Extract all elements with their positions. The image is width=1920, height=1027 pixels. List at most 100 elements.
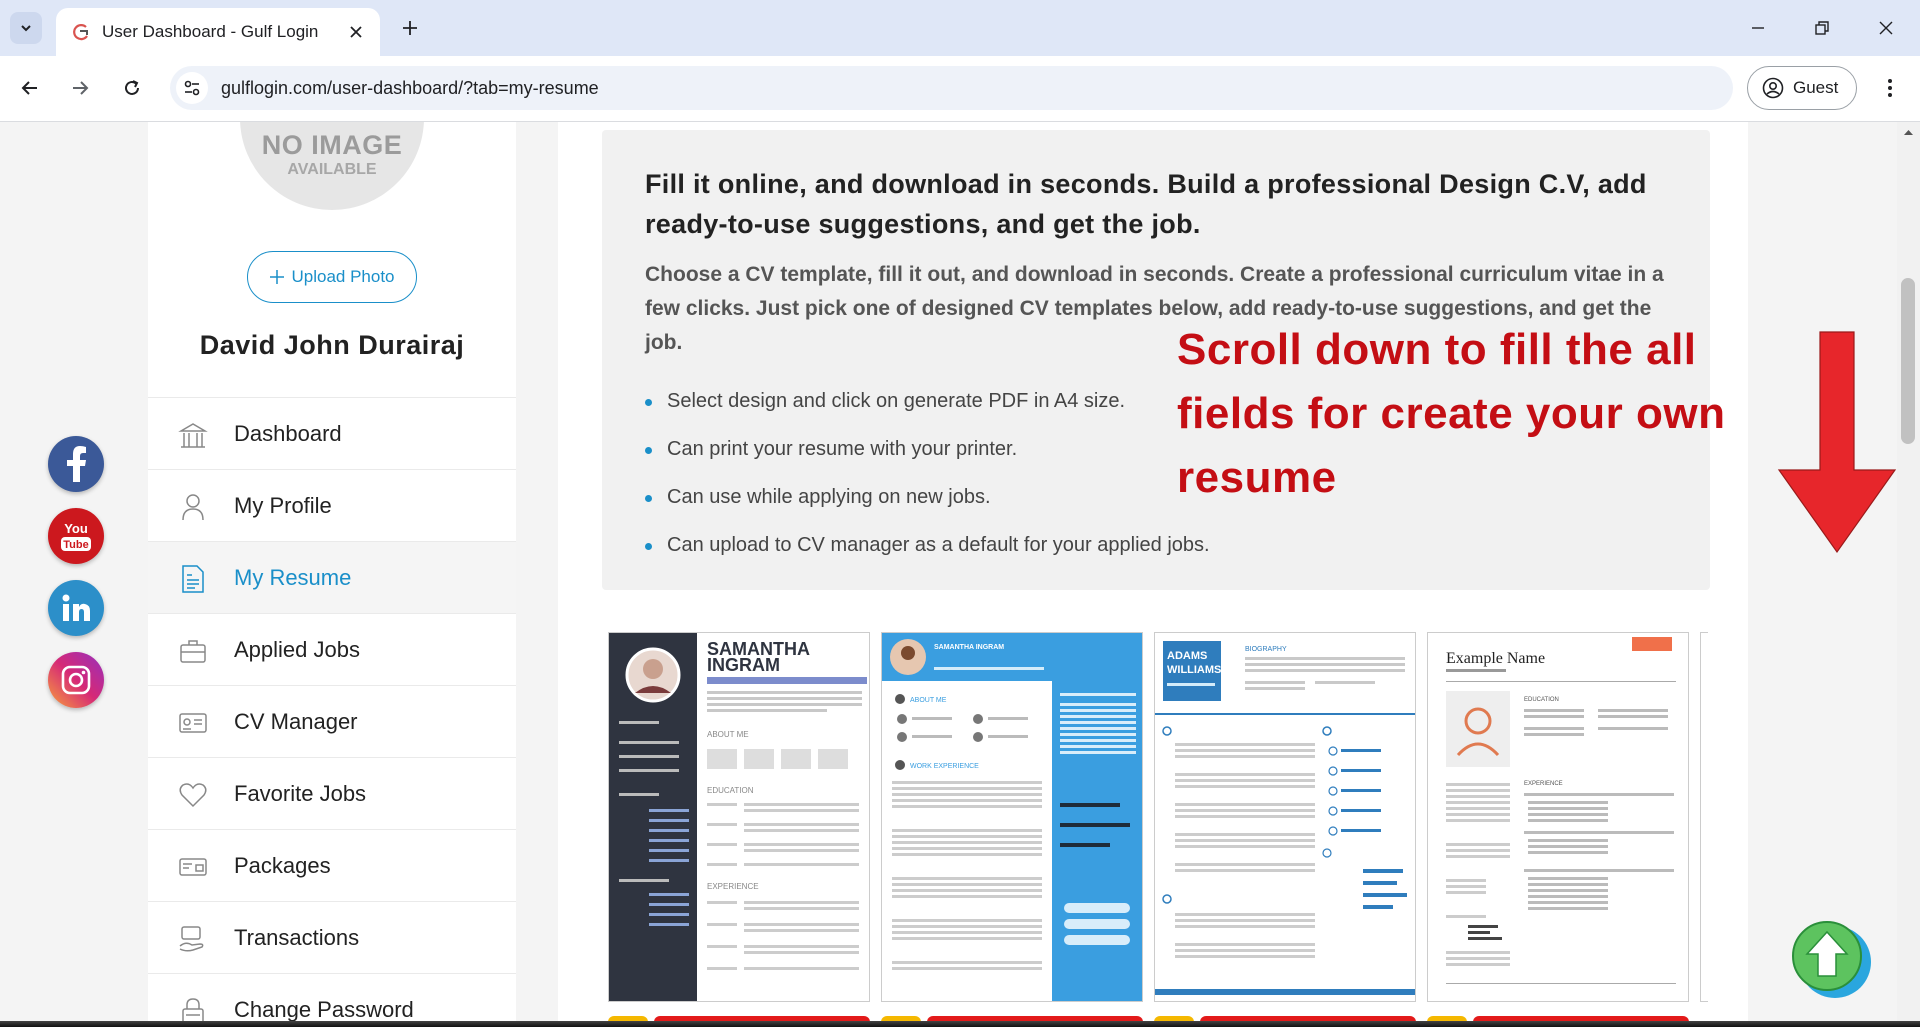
- address-bar[interactable]: gulflogin.com/user-dashboard/?tab=my-res…: [170, 66, 1733, 110]
- arrow-left-icon: [21, 81, 37, 95]
- browser-tab-bar: User Dashboard - Gulf Login: [0, 0, 1920, 56]
- list-item: Select design and click on generate PDF …: [645, 390, 1210, 438]
- svg-text:EDUCATION: EDUCATION: [707, 786, 754, 795]
- sidebar-item-packages[interactable]: Packages: [148, 829, 516, 901]
- sidebar-item-dashboard[interactable]: Dashboard: [148, 397, 516, 469]
- resume-icon: [182, 565, 204, 593]
- dashboard-sidebar: NO IMAGE AVAILABLE Upload Photo David Jo…: [148, 122, 516, 1027]
- profile-label: Guest: [1793, 78, 1839, 97]
- user-icon: [182, 494, 204, 521]
- svg-text:ABOUT ME: ABOUT ME: [910, 697, 947, 704]
- cv-template-preview: SAMANTHA INGRAM ABOUT ME WORK EXPERIENCE: [882, 633, 1142, 1001]
- window-close-button[interactable]: [1868, 12, 1904, 44]
- facebook-icon: [67, 446, 86, 482]
- forward-button[interactable]: [64, 72, 96, 104]
- new-tab-button[interactable]: [396, 14, 424, 42]
- youtube-link[interactable]: You Tube: [48, 508, 104, 564]
- cv-templates: SAMANTHA INGRAM ABOUT ME EDUCATION EXPER…: [608, 632, 1708, 1027]
- avatar-placeholder-line1: NO IMAGE: [261, 130, 403, 160]
- id-card-icon: [179, 713, 207, 733]
- back-button[interactable]: [14, 72, 46, 104]
- svg-text:EDUCATION: EDUCATION: [1524, 697, 1559, 703]
- arrow-down-icon: [1777, 331, 1897, 554]
- briefcase-icon: [180, 640, 206, 663]
- scroll-to-top-button[interactable]: [1787, 916, 1873, 1002]
- cv-template-preview: Example Name EDUCATION EXPERIENCE: [1446, 637, 1676, 984]
- site-info-button[interactable]: [176, 72, 208, 104]
- reload-button[interactable]: [116, 72, 148, 104]
- close-icon: [350, 26, 362, 38]
- reload-icon: [125, 80, 139, 95]
- sidebar-item-change-password[interactable]: Change Password: [148, 973, 516, 1027]
- page: You Tube NO IMAGE AVAILABLE Upload Photo …: [0, 122, 1920, 1027]
- sidebar-item-label: Transactions: [234, 925, 360, 950]
- svg-text:ADAMS: ADAMS: [1167, 650, 1207, 662]
- instagram-link[interactable]: [48, 652, 104, 708]
- sidebar-item-label: My Profile: [234, 493, 332, 518]
- tab-title: User Dashboard - Gulf Login: [102, 22, 319, 41]
- user-name: David John Durairaj: [199, 330, 465, 360]
- cv-template-2[interactable]: SAMANTHA INGRAM ABOUT ME WORK EXPERIENCE: [881, 632, 1143, 1002]
- sidebar-item-label: Favorite Jobs: [234, 781, 367, 806]
- main-content: Fill it online, and download in seconds.…: [558, 122, 1897, 1027]
- restore-icon: [1815, 21, 1829, 35]
- browser-tab[interactable]: User Dashboard - Gulf Login: [56, 8, 380, 56]
- restore-button[interactable]: [1804, 12, 1840, 44]
- list-item: Can upload to CV manager as a default fo…: [645, 534, 1210, 582]
- cv-template-5[interactable]: [1700, 632, 1708, 1002]
- instagram-icon: [61, 665, 91, 695]
- minimize-icon: [1752, 27, 1764, 29]
- window-bottom-edge: [0, 1021, 1920, 1027]
- transaction-icon: [179, 926, 204, 952]
- page-scrollbar[interactable]: [1897, 122, 1920, 1027]
- linkedin-icon: [62, 594, 90, 621]
- scrollbar-thumb[interactable]: [1901, 278, 1915, 444]
- sidebar-item-applied-jobs[interactable]: Applied Jobs: [148, 613, 516, 685]
- close-icon: [1879, 21, 1893, 35]
- svg-text:SAMANTHA INGRAM: SAMANTHA INGRAM: [934, 644, 1004, 651]
- cv-template-1[interactable]: SAMANTHA INGRAM ABOUT ME EDUCATION EXPER…: [608, 632, 870, 1002]
- browser-menu-button[interactable]: [1874, 72, 1906, 104]
- svg-text:INGRAM: INGRAM: [707, 655, 780, 675]
- facebook-link[interactable]: [48, 436, 104, 492]
- tab-close-button[interactable]: [344, 20, 368, 44]
- chevron-down-icon: [21, 25, 31, 32]
- sidebar-item-my-resume[interactable]: My Resume: [148, 541, 516, 613]
- svg-text:WILLIAMS: WILLIAMS: [1167, 664, 1221, 676]
- minimize-button[interactable]: [1740, 12, 1776, 44]
- cv-template-preview: ADAMS WILLIAMS BIOGRAPHY: [1155, 633, 1415, 1001]
- url-text: gulflogin.com/user-dashboard/?tab=my-res…: [221, 78, 599, 98]
- svg-text:EXPERIENCE: EXPERIENCE: [1524, 781, 1563, 787]
- cv-template-3[interactable]: ADAMS WILLIAMS BIOGRAPHY: [1154, 632, 1416, 1002]
- gulf-login-favicon-icon: [73, 24, 88, 41]
- dashboard-icon: [178, 423, 208, 448]
- cv-template-4[interactable]: Example Name EDUCATION EXPERIENCE: [1427, 632, 1689, 1002]
- sidebar-item-transactions[interactable]: Transactions: [148, 901, 516, 973]
- sidebar-menu: Dashboard My Profile My Resume Applied J…: [148, 397, 516, 1027]
- feature-list: Select design and click on generate PDF …: [645, 390, 1210, 582]
- upload-photo-button[interactable]: Upload Photo: [247, 251, 417, 303]
- scroll-up-arrow-icon: [1904, 130, 1913, 135]
- sidebar-item-label: Dashboard: [234, 421, 342, 446]
- upload-photo-label: Upload Photo: [291, 267, 395, 286]
- sidebar-item-label: My Resume: [234, 565, 352, 590]
- profile-button[interactable]: Guest: [1747, 66, 1857, 110]
- cv-template-preview: SAMANTHA INGRAM ABOUT ME EDUCATION EXPER…: [609, 633, 867, 1001]
- tab-search-button[interactable]: [10, 12, 42, 44]
- sidebar-item-label: Change Password: [234, 997, 414, 1022]
- sidebar-item-favorite-jobs[interactable]: Favorite Jobs: [148, 757, 516, 829]
- svg-text:You: You: [64, 521, 88, 536]
- more-vert-icon: [1888, 79, 1892, 97]
- svg-text:BIOGRAPHY: BIOGRAPHY: [1245, 646, 1287, 653]
- linkedin-link[interactable]: [48, 580, 104, 636]
- heart-icon: [179, 783, 207, 808]
- youtube-icon: You Tube: [61, 521, 91, 551]
- svg-text:Tube: Tube: [63, 539, 88, 551]
- plus-icon: [403, 21, 417, 35]
- sidebar-item-my-profile[interactable]: My Profile: [148, 469, 516, 541]
- svg-text:Example Name: Example Name: [1446, 650, 1545, 667]
- account-circle-icon: [1762, 77, 1784, 99]
- arrow-right-icon: [73, 81, 89, 95]
- sidebar-item-label: Applied Jobs: [234, 637, 360, 662]
- sidebar-item-cv-manager[interactable]: CV Manager: [148, 685, 516, 757]
